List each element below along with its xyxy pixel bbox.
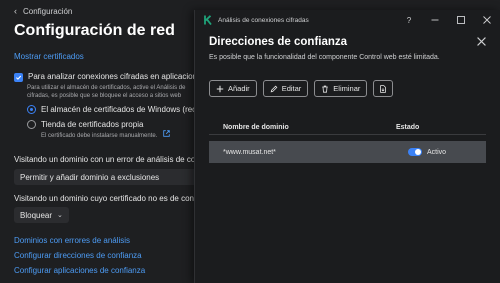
analysis-error-select[interactable]: Permitir y añadir dominio a exclusiones	[14, 169, 199, 185]
external-link-icon[interactable]	[163, 130, 170, 140]
radio-selected-icon[interactable]	[27, 105, 36, 114]
back-label: Configuración	[23, 7, 73, 16]
trusted-addresses-table: Nombre de dominio Estado *www.musat.net*…	[209, 120, 486, 277]
close-icon[interactable]	[474, 10, 500, 30]
plus-icon	[216, 85, 224, 92]
add-button[interactable]: Añadir	[209, 80, 257, 97]
dialog-subtitle: Es posible que la funcionalidad del comp…	[209, 54, 440, 61]
dialog-toolbar: Añadir Editar Eliminar	[209, 80, 394, 97]
export-file-icon	[380, 84, 387, 93]
untrusted-cert-label: Visitando un dominio cuyo certificado no…	[14, 194, 216, 203]
page-title: Configuración de red	[14, 22, 175, 39]
row-status: Activo	[394, 148, 446, 156]
dialog-title: Direcciones de confianza	[209, 36, 348, 48]
kaspersky-k-icon	[203, 15, 212, 25]
radio-own-note: El certificado debe instalarse manualmen…	[41, 130, 170, 140]
analyze-note-line2: cifradas, es posible que se bloquee el a…	[27, 93, 182, 99]
delete-button[interactable]: Eliminar	[314, 80, 368, 97]
column-header-domain[interactable]: Nombre de dominio	[209, 124, 394, 131]
analyze-note-line1: Para utilizar el almacén de certificados…	[27, 85, 186, 91]
chevron-left-icon: ‹	[14, 6, 17, 16]
help-icon[interactable]: ?	[396, 10, 422, 30]
trusted-addresses-link[interactable]: Configurar direcciones de confianza	[14, 251, 142, 260]
analyze-checkbox-row[interactable]: Para analizar conexiones cifradas en apl…	[14, 72, 205, 82]
edit-button[interactable]: Editar	[262, 80, 309, 97]
row-domain: *www.musat.net*	[223, 148, 276, 156]
window-title: Análisis de conexiones cifradas	[218, 16, 309, 24]
delete-button-label: Eliminar	[333, 84, 361, 93]
checkbox-checked-icon[interactable]	[14, 73, 23, 82]
table-header: Nombre de dominio Estado	[209, 120, 486, 135]
block-select[interactable]: Bloquear ⌄	[14, 207, 69, 223]
show-certificates-link[interactable]: Mostrar certificados	[14, 52, 84, 61]
chevron-down-icon: ⌄	[57, 212, 63, 219]
minimize-icon[interactable]	[422, 10, 448, 30]
column-header-status[interactable]: Estado	[394, 124, 419, 131]
dialog-close-icon[interactable]	[477, 37, 486, 49]
radio-unselected-icon[interactable]	[27, 120, 36, 129]
trash-icon	[322, 85, 329, 93]
analyze-checkbox-label: Para analizar conexiones cifradas en apl…	[28, 72, 206, 81]
analysis-error-select-value: Permitir y añadir dominio a exclusiones	[20, 172, 160, 182]
back-button[interactable]: ‹ Configuración	[14, 6, 73, 17]
add-button-label: Añadir	[228, 84, 250, 93]
export-button[interactable]	[373, 80, 394, 97]
radio-own-note-text: El certificado debe instalarse manualmen…	[41, 133, 158, 139]
maximize-icon[interactable]	[448, 10, 474, 30]
trusted-addresses-dialog: Análisis de conexiones cifradas ? Direcc…	[194, 10, 500, 283]
block-select-value: Bloquear	[20, 210, 53, 220]
radio-own-label: Tienda de certificados propia	[41, 120, 144, 129]
domains-errors-link[interactable]: Dominios con errores de análisis	[14, 236, 130, 245]
radio-own-store[interactable]: Tienda de certificados propia	[27, 120, 143, 129]
status-toggle[interactable]	[408, 148, 422, 156]
edit-button-label: Editar	[281, 84, 302, 93]
window-controls: ?	[396, 10, 500, 30]
row-status-label: Activo	[427, 148, 447, 156]
pencil-icon	[270, 85, 278, 92]
trusted-apps-link[interactable]: Configurar aplicaciones de confianza	[14, 266, 145, 275]
table-row[interactable]: *www.musat.net* Activo	[209, 141, 486, 163]
